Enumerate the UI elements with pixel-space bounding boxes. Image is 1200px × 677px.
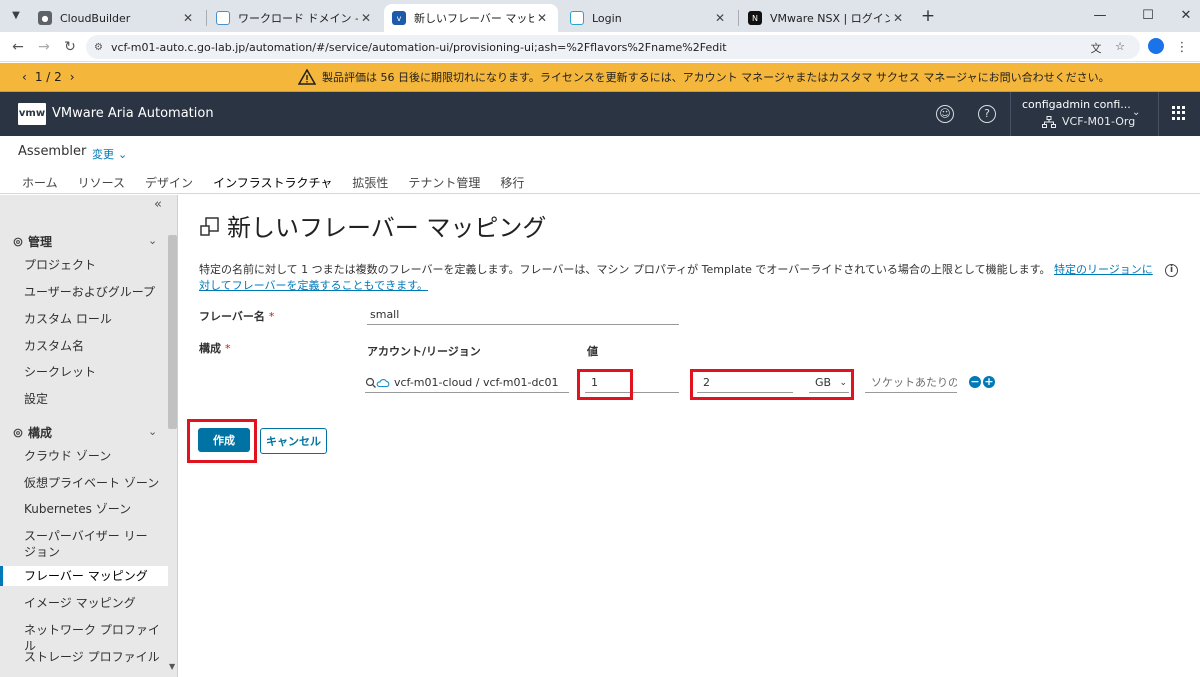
column-header-account-region: アカウント/リージョン [367, 345, 481, 358]
tab-divider [206, 10, 207, 26]
sidebar-item-custom-roles[interactable]: カスタム ロール [0, 311, 168, 327]
bookmark-star-icon[interactable]: ☆ [1112, 40, 1128, 54]
collapse-sidebar-button[interactable]: « [154, 197, 162, 212]
translate-icon[interactable]: 文 [1088, 40, 1104, 55]
sidebar-item-custom-names[interactable]: カスタム名 [0, 338, 168, 354]
create-button[interactable]: 作成 [198, 428, 250, 452]
header-divider [1158, 92, 1159, 136]
cores-per-socket-input[interactable] [865, 373, 957, 393]
maximize-button[interactable]: ☐ [1138, 6, 1158, 26]
sidebar-item-cloud-zones[interactable]: クラウド ゾーン [0, 448, 168, 464]
minimize-button[interactable]: — [1090, 6, 1110, 26]
profile-avatar[interactable] [1148, 38, 1164, 54]
cancel-button[interactable]: キャンセル [260, 428, 327, 454]
required-marker: * [225, 342, 231, 355]
add-row-icon[interactable]: + [983, 376, 995, 388]
close-icon[interactable]: ✕ [890, 11, 906, 25]
sidebar-item-vpc-zones[interactable]: 仮想プライベート ゾーン [0, 475, 168, 491]
tab-search-button[interactable]: ▼ [6, 5, 26, 25]
browser-toolbar: ← → ↻ ⚙ vcf-m01-auto.c.go-lab.jp/automat… [0, 32, 1200, 62]
sidebar-section-configure[interactable]: 構成 [12, 424, 52, 441]
close-window-button[interactable]: ✕ [1176, 6, 1196, 26]
vsphere-icon [216, 11, 230, 25]
sidebar-item-flavor-mappings[interactable]: フレーバー マッピング [0, 566, 168, 586]
sidebar: « 管理 ⌄ プロジェクト ユーザーおよびグループ カスタム ロール カスタム名… [0, 195, 178, 677]
sidebar-item-image-mappings[interactable]: イメージ マッピング [0, 595, 168, 611]
main-content: 新しいフレーバー マッピング 特定の名前に対して 1 つまたは複数のフレーバーを… [179, 195, 1200, 677]
flavor-name-input[interactable] [367, 305, 679, 325]
scroll-down-icon[interactable]: ▼ [169, 662, 175, 671]
login-icon [570, 11, 584, 25]
chevron-down-icon[interactable]: ⌄ [148, 234, 157, 247]
close-icon[interactable]: ✕ [534, 11, 550, 25]
sidebar-item-secrets[interactable]: シークレット [0, 364, 168, 380]
sidebar-item-storage-profiles[interactable]: ストレージ プロファイル [0, 649, 168, 665]
browser-tab-flavor-mapping[interactable]: v 新しいフレーバー マッピング - Assem ✕ [384, 4, 558, 32]
page-title: 新しいフレーバー マッピング [227, 214, 547, 242]
app-name: VMware Aria Automation [52, 106, 214, 121]
gear-icon [13, 237, 23, 246]
banner-message: 製品評価は 56 日後に期限切れになります。ライセンスを更新するには、アカウント… [298, 69, 1110, 85]
license-warning-banner: ‹ 1 / 2 › 製品評価は 56 日後に期限切れになります。ライセンスを更新… [0, 63, 1200, 92]
service-name: Assembler [18, 144, 87, 159]
account-region-field[interactable]: vcf-m01-cloud / vcf-m01-dc01 [365, 373, 569, 393]
sidebar-section-manage[interactable]: 管理 [12, 233, 52, 250]
close-icon[interactable]: ✕ [712, 11, 728, 25]
address-bar[interactable]: ⚙ vcf-m01-auto.c.go-lab.jp/automation/#/… [86, 35, 1140, 59]
sidebar-item-settings[interactable]: 設定 [0, 391, 168, 407]
chevron-down-icon: ⌄ [118, 147, 128, 161]
chevron-down-icon[interactable]: ⌄ [148, 425, 157, 438]
change-service-button[interactable]: 変更 ⌄ [92, 146, 127, 162]
feedback-smiley-icon[interactable]: ☺ [936, 105, 954, 123]
nsx-icon: N [748, 11, 762, 25]
globe-icon: ● [38, 11, 52, 25]
next-alert-button[interactable]: › [70, 70, 75, 84]
banner-pager: ‹ 1 / 2 › [22, 70, 75, 84]
forward-button[interactable]: → [34, 37, 54, 57]
header-divider [1010, 92, 1011, 136]
warning-icon [298, 69, 316, 85]
gear-icon [13, 428, 23, 437]
highlight-cpu [577, 369, 633, 400]
user-name[interactable]: configadmin confi... [1022, 98, 1131, 111]
flavor-mapping-icon [200, 217, 219, 236]
org-icon [1042, 115, 1056, 128]
app-header: vmw VMware Aria Automation ☺ ? configadm… [0, 92, 1200, 136]
tab-divider [738, 10, 739, 26]
sidebar-item-supervisor-regions[interactable]: スーパーバイザー リージョン [0, 528, 150, 560]
sidebar-scrollbar[interactable] [168, 235, 177, 429]
browser-tab-strip: ▼ ● CloudBuilder ✕ ワークロード ドメイン - サマリ ✕ v… [0, 0, 1200, 32]
service-subnav: Assembler 変更 ⌄ ホーム リソース デザイン インフラストラクチャ … [0, 136, 1200, 200]
sidebar-item-kubernetes-zones[interactable]: Kubernetes ゾーン [0, 501, 168, 517]
required-marker: * [268, 310, 275, 323]
browser-tab-nsx[interactable]: N VMware NSX | ログイン ✕ [740, 4, 914, 32]
flavor-name-label: フレーバー名 * [199, 310, 275, 323]
close-icon[interactable]: ✕ [180, 11, 196, 25]
info-icon[interactable]: i [1165, 264, 1178, 277]
sidebar-item-users-groups[interactable]: ユーザーおよびグループ [0, 284, 168, 300]
app-launcher-icon[interactable] [1172, 106, 1186, 120]
vmw-icon: v [392, 11, 406, 25]
back-button[interactable]: ← [8, 37, 28, 57]
highlight-memory [690, 369, 854, 400]
browser-tab-workload-domain[interactable]: ワークロード ドメイン - サマリ ✕ [208, 4, 382, 32]
page-description: 特定の名前に対して 1 つまたは複数のフレーバーを定義します。フレーバーは、マシ… [199, 263, 1153, 292]
site-info-icon[interactable]: ⚙ [94, 42, 103, 53]
sidebar-item-projects[interactable]: プロジェクト [0, 257, 168, 273]
help-icon[interactable]: ? [978, 105, 996, 123]
browser-menu-icon[interactable]: ⋮ [1174, 40, 1190, 55]
close-icon[interactable]: ✕ [358, 11, 374, 25]
prev-alert-button[interactable]: ‹ [22, 70, 27, 84]
vmware-logo: vmw [18, 103, 46, 125]
search-cloud-icon [365, 377, 390, 388]
reload-button[interactable]: ↻ [60, 37, 80, 57]
chevron-down-icon[interactable]: ⌄ [1132, 107, 1140, 118]
remove-row-icon[interactable]: − [969, 376, 981, 388]
configuration-label: 構成 * [199, 342, 231, 355]
new-tab-button[interactable]: + [918, 6, 938, 26]
browser-tab-login[interactable]: Login ✕ [562, 4, 736, 32]
org-name[interactable]: VCF-M01-Org [1042, 115, 1135, 128]
column-header-value: 値 [587, 345, 598, 358]
browser-tab-cloudbuilder[interactable]: ● CloudBuilder ✕ [30, 4, 204, 32]
